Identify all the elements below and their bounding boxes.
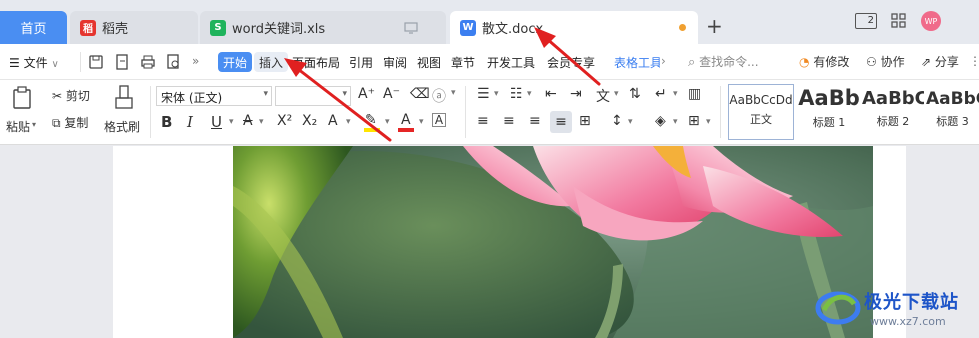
wps-writer-window: 首页 稻 稻壳 S word关键词.xls W 散文.docx + 2 WP ☰ — [0, 0, 979, 338]
arrow-to-insert-tab — [296, 67, 392, 142]
arrow-to-docx-tab — [544, 36, 601, 86]
aurora-logo-icon — [815, 291, 861, 325]
watermark-title: 极光下载站 — [864, 292, 959, 313]
watermark-url: www.xz7.com — [870, 315, 946, 328]
watermark: 极光下载站 www.xz7.com — [812, 282, 979, 338]
